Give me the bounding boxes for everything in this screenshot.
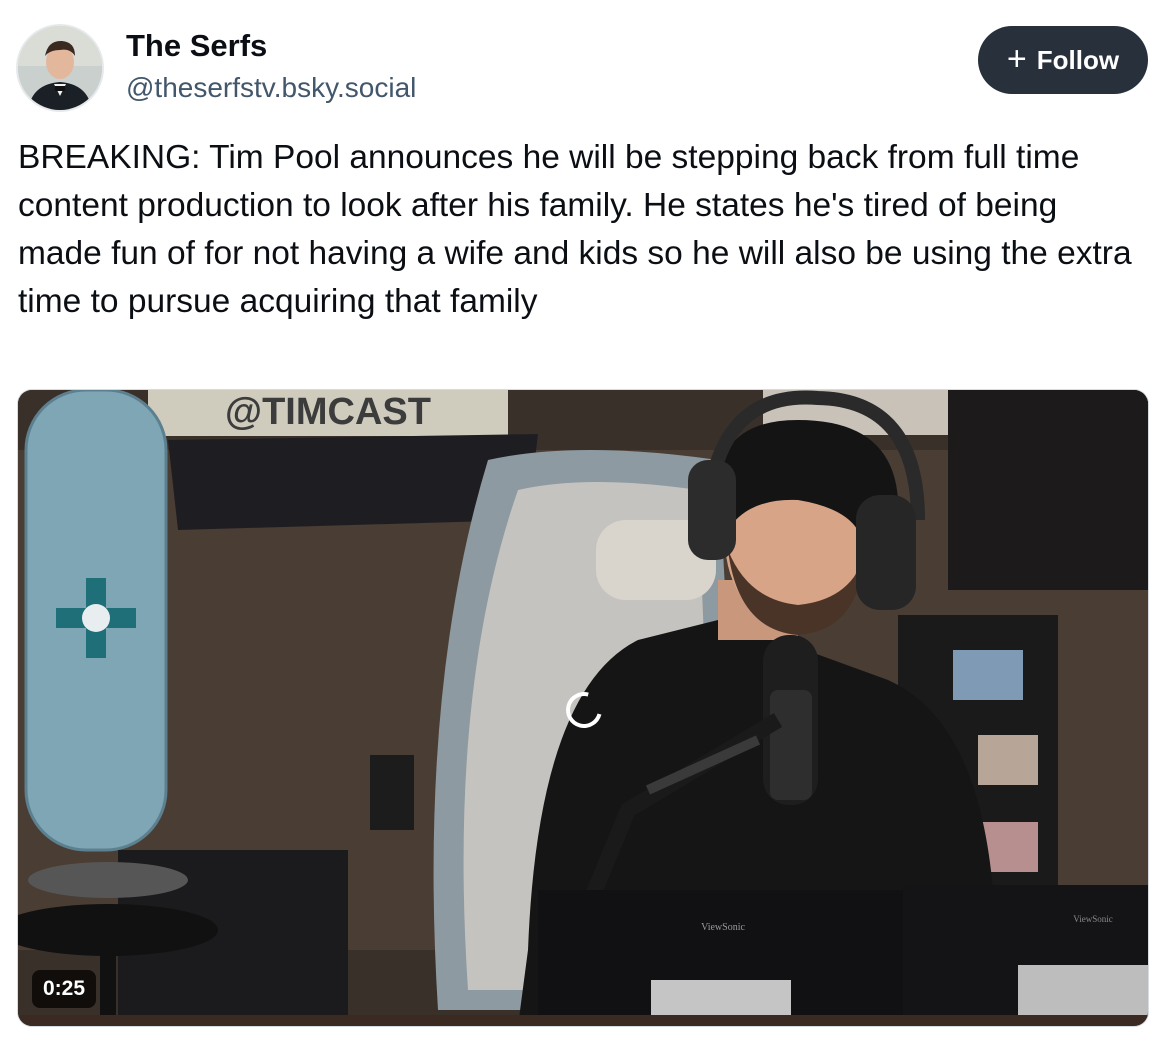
plus-icon: +: [1006, 40, 1027, 78]
follow-button[interactable]: + Follow: [978, 26, 1148, 94]
monitor-brand-right: ViewSonic: [1073, 914, 1112, 924]
author-display-name[interactable]: The Serfs: [126, 28, 267, 64]
author-handle[interactable]: @theserfstv.bsky.social: [126, 72, 416, 104]
post-text: BREAKING: Tim Pool announces he will be …: [18, 139, 1132, 320]
monitor-brand-left: ViewSonic: [701, 922, 745, 933]
video-player[interactable]: @TIMCAST ViewSonic ViewSonic 0:25: [18, 390, 1148, 1026]
author-avatar[interactable]: [18, 26, 102, 110]
timcast-sign: @TIMCAST: [225, 391, 431, 433]
profile-photo-icon: [18, 26, 102, 110]
follow-label: Follow: [1036, 44, 1120, 75]
video-duration: 0:25: [32, 970, 97, 1008]
